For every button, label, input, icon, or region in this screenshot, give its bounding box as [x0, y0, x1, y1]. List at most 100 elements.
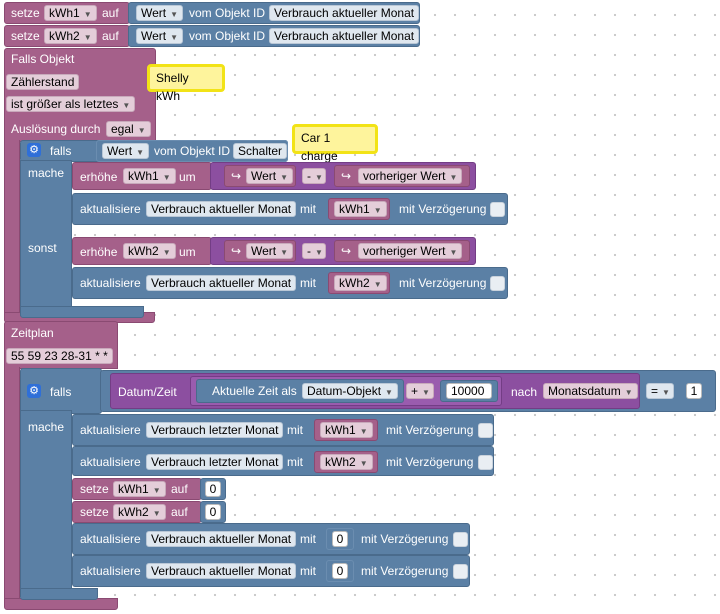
object-id-field[interactable]: Verbrauch aktueller Monat — [146, 201, 297, 217]
schedule-block-arm — [4, 367, 20, 603]
dropdown-arrow-icon: ▼ — [359, 459, 368, 468]
trigger-condition-dropdown[interactable]: ist größer als letztes ▼ — [6, 96, 136, 112]
delay-checkbox[interactable] — [453, 564, 468, 579]
mit-label: mit — [300, 276, 316, 290]
aktualisiere-label: aktualisiere — [80, 455, 141, 469]
comment-shelly[interactable]: Shelly kWh — [147, 64, 225, 103]
trigger-object-field[interactable]: Zählerstand — [6, 74, 80, 90]
um-label: um — [179, 245, 196, 259]
object-id-field[interactable]: Verbrauch aktueller Monat — [146, 275, 297, 291]
falls-label: falls — [50, 144, 72, 158]
wert-dropdown[interactable]: Wert ▼ — [246, 168, 294, 184]
var-dropdown-kwh2[interactable]: kWh2 ▼ — [44, 28, 97, 44]
dropdown-arrow-icon: ▼ — [385, 388, 393, 397]
if1-block-arm — [20, 160, 72, 316]
if1-block-foot — [20, 306, 144, 318]
var-dropdown-kwh1[interactable]: kWh1 ▼ — [334, 201, 387, 217]
vom-objekt-label: vom Objekt ID — [189, 6, 266, 20]
prev-wert-dropdown[interactable]: vorheriger Wert ▼ — [358, 168, 463, 184]
dropdown-arrow-icon: ▼ — [83, 10, 92, 19]
dropdown-arrow-icon: ▼ — [662, 388, 670, 397]
var-dropdown-kwh2[interactable]: kWh2 ▼ — [113, 504, 166, 520]
eq-operator-dropdown[interactable]: = ▼ — [646, 383, 674, 399]
schedule-title: Zeitplan — [11, 326, 54, 340]
dropdown-arrow-icon: ▼ — [449, 173, 458, 182]
delay-checkbox[interactable] — [490, 202, 505, 217]
delay-label: mit Verzögerung — [386, 423, 474, 437]
object-id-field[interactable]: Verbrauch aktueller Monat — [269, 28, 420, 44]
dropdown-arrow-icon: ▼ — [373, 280, 382, 289]
zero-input[interactable]: 0 — [205, 504, 221, 520]
delay-checkbox[interactable] — [490, 276, 505, 291]
return-arrow-icon: ↪ — [231, 244, 242, 258]
delay-checkbox[interactable] — [478, 455, 493, 470]
prev-wert-dropdown[interactable]: vorheriger Wert ▼ — [358, 243, 463, 259]
cron-field[interactable]: 55 59 23 28-31 * * — [6, 348, 113, 364]
wert-dropdown[interactable]: Wert ▼ — [246, 243, 294, 259]
var-dropdown-kwh2[interactable]: kWh2 ▼ — [334, 275, 387, 291]
mit-label: mit — [300, 532, 316, 546]
comment-car-charge[interactable]: Car 1 charge — [292, 124, 378, 163]
object-id-field[interactable]: Schalter — [233, 143, 288, 159]
dropdown-arrow-icon: ▼ — [122, 101, 131, 110]
nach-label: nach — [511, 385, 538, 399]
datum-label: Datum/Zeit — [118, 385, 177, 399]
mache-label: mache — [28, 166, 65, 180]
trigger-title: Falls Objekt — [11, 52, 75, 66]
dropdown-arrow-icon: ▼ — [359, 427, 368, 436]
var-dropdown-kwh2[interactable]: kWh2 ▼ — [320, 454, 373, 470]
dropdown-arrow-icon: ▼ — [315, 173, 323, 182]
aktualisiere-label: aktualisiere — [80, 202, 141, 216]
return-arrow-icon: ↪ — [341, 244, 352, 258]
dropdown-arrow-icon: ▼ — [83, 33, 92, 42]
ausloesung-dropdown[interactable]: egal ▼ — [106, 121, 151, 137]
mit-label: mit — [300, 564, 316, 578]
setze-label: setze — [11, 6, 40, 20]
sonst-label: sonst — [28, 241, 57, 255]
operator-dropdown[interactable]: - ▼ — [302, 168, 326, 184]
var-dropdown-kwh1[interactable]: kWh1 ▼ — [113, 481, 166, 497]
aktualisiere-label: aktualisiere — [80, 423, 141, 437]
var-dropdown-kwh1[interactable]: kWh1 ▼ — [123, 168, 176, 184]
wert-dropdown[interactable]: Wert ▼ — [136, 28, 184, 44]
var-dropdown-kwh1[interactable]: kWh1 ▼ — [320, 422, 373, 438]
zero-input[interactable]: 0 — [332, 563, 348, 579]
dropdown-arrow-icon: ▼ — [280, 248, 289, 257]
monatsdatum-dropdown[interactable]: Monatsdatum ▼ — [543, 383, 638, 399]
gear-icon[interactable]: ⚙ — [27, 384, 41, 398]
compare-value-input[interactable]: 1 — [686, 383, 702, 399]
zero-input[interactable]: 0 — [205, 481, 221, 497]
plus-operator-dropdown[interactable]: + ▼ — [406, 383, 434, 399]
wert-dropdown[interactable]: Wert ▼ — [136, 5, 184, 21]
object-id-field[interactable]: Verbrauch aktueller Monat — [269, 5, 420, 21]
dropdown-arrow-icon: ▼ — [162, 248, 171, 257]
format-dropdown[interactable]: Datum-Objekt ▼ — [302, 383, 398, 399]
object-id-field[interactable]: Verbrauch aktueller Monat — [146, 531, 297, 547]
if2-block-foot — [20, 588, 98, 600]
wert-dropdown[interactable]: Wert ▼ — [102, 143, 150, 159]
if2-block-arm — [20, 410, 72, 596]
aktualisiere-label: aktualisiere — [80, 564, 141, 578]
erhoehe-label: erhöhe — [80, 245, 118, 259]
number-input[interactable]: 10000 — [446, 383, 492, 399]
delay-checkbox[interactable] — [453, 532, 468, 547]
object-id-field[interactable]: Verbrauch letzter Monat — [146, 454, 284, 470]
object-id-field[interactable]: Verbrauch aktueller Monat — [146, 563, 297, 579]
dropdown-arrow-icon: ▼ — [152, 486, 161, 495]
delay-checkbox[interactable] — [478, 423, 493, 438]
gear-icon[interactable]: ⚙ — [27, 143, 41, 157]
delay-label: mit Verzögerung — [399, 202, 487, 216]
dropdown-arrow-icon: ▼ — [136, 148, 145, 157]
dropdown-arrow-icon: ▼ — [170, 33, 179, 42]
mache-label: mache — [28, 420, 65, 434]
mit-label: mit — [287, 455, 303, 469]
var-dropdown-kwh1[interactable]: kWh1 ▼ — [44, 5, 97, 21]
operator-dropdown[interactable]: - ▼ — [302, 243, 326, 259]
dropdown-arrow-icon: ▼ — [449, 248, 458, 257]
var-dropdown-kwh2[interactable]: kWh2 ▼ — [123, 243, 176, 259]
zeit-label: Aktuelle Zeit als — [212, 384, 297, 398]
mit-label: mit — [300, 202, 316, 216]
object-id-field[interactable]: Verbrauch letzter Monat — [146, 422, 284, 438]
zero-input[interactable]: 0 — [332, 531, 348, 547]
auf-label: auf — [102, 29, 119, 43]
